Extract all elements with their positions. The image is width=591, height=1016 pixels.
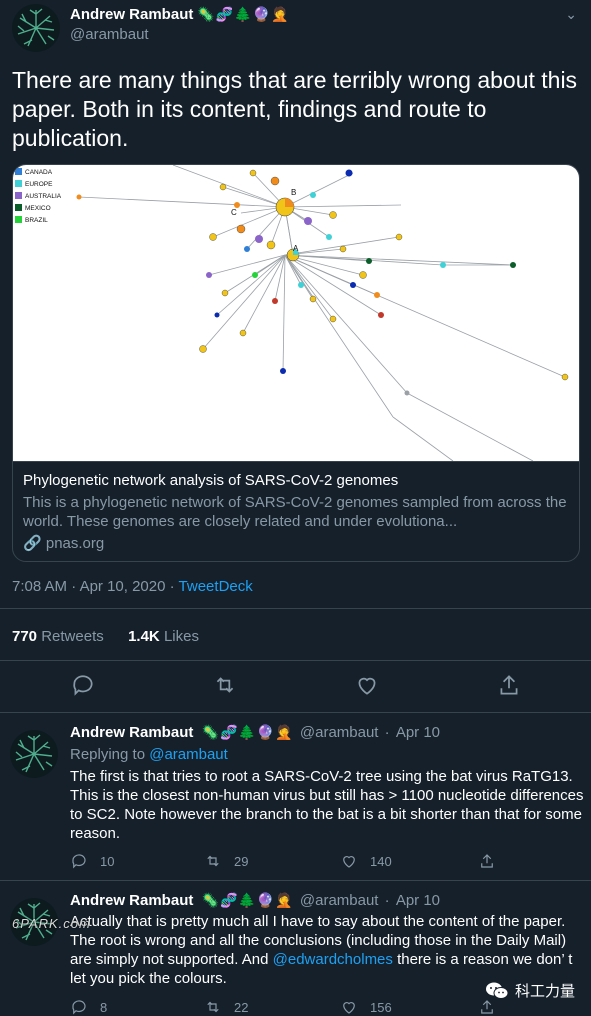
reply-count: 10	[100, 853, 115, 869]
tweet-source[interactable]: TweetDeck	[179, 578, 253, 595]
likes-stat[interactable]: 1.4K Likes	[128, 628, 199, 645]
legend-label: MEXICO	[25, 205, 51, 212]
author-avatar[interactable]	[12, 4, 60, 52]
link-card[interactable]: B C A CANADA EUROPE AUSTRALIA MEXICO BRA…	[12, 164, 580, 562]
retweet-button[interactable]: 29	[204, 852, 248, 870]
meta-separator: ·	[384, 724, 390, 741]
author-name-line[interactable]: Andrew Rambaut 🦠🧬🌲🔮🤦	[70, 6, 290, 23]
chevron-down-icon[interactable]: ⌄	[565, 6, 577, 23]
share-button[interactable]	[478, 852, 496, 870]
author-avatar[interactable]	[10, 730, 58, 778]
divider	[0, 880, 591, 881]
wechat-icon	[486, 982, 509, 999]
link-icon: 🔗	[23, 535, 42, 552]
tweet-date[interactable]: Apr 10, 2020	[80, 578, 166, 595]
retweets-count: 770	[12, 628, 38, 645]
replying-to-prefix: Replying to	[70, 746, 150, 763]
legend-label: AUSTRALIA	[25, 193, 62, 200]
like-icon[interactable]	[354, 672, 384, 702]
network-node-label: A	[293, 244, 299, 253]
author-handle[interactable]: @arambaut	[300, 892, 379, 909]
replying-to: Replying to @arambaut	[70, 746, 228, 763]
reply-button[interactable]: 8	[70, 998, 107, 1016]
reply-text: The first is that tries to root a SARS-C…	[70, 768, 584, 842]
divider	[0, 660, 591, 661]
reply-actions: 10 29 140	[70, 852, 570, 872]
forum-stamp: 6PARK.com	[12, 916, 91, 931]
tweet-text: There are many things that are terribly …	[12, 67, 578, 151]
like-button[interactable]: 140	[340, 852, 392, 870]
card-body[interactable]: Phylogenetic network analysis of SARS-Co…	[13, 461, 579, 561]
retweet-count: 29	[234, 853, 249, 869]
author-name[interactable]: Andrew Rambaut	[70, 724, 193, 741]
replying-to-handle[interactable]: @arambaut	[149, 746, 228, 763]
reply-date[interactable]: Apr 10	[396, 724, 440, 741]
divider	[0, 608, 591, 609]
like-button[interactable]: 156	[340, 998, 392, 1016]
legend-label: EUROPE	[25, 181, 53, 188]
legend-label: CANADA	[25, 169, 53, 176]
card-domain-text: pnas.org	[45, 535, 105, 552]
author-emojis: 🦠🧬🌲🔮🤦	[201, 892, 294, 908]
like-icon	[343, 856, 355, 868]
meta-separator: ·	[71, 578, 80, 595]
author-handle[interactable]: @arambaut	[300, 724, 379, 741]
network-node-label: B	[291, 188, 296, 197]
likes-count: 1.4K	[128, 628, 160, 645]
retweet-icon[interactable]	[212, 672, 242, 702]
meta-separator: ·	[384, 892, 390, 909]
tweet-actions	[0, 672, 591, 704]
network-diagram: B C A CANADA EUROPE AUSTRALIA MEXICO BRA…	[15, 165, 569, 462]
reply-icon	[72, 1000, 86, 1015]
reply-text: Actually that is pretty much all I have …	[70, 912, 585, 988]
reply-icon[interactable]	[70, 672, 100, 702]
author-name[interactable]: Andrew Rambaut	[70, 892, 193, 909]
like-count: 140	[370, 853, 392, 869]
card-domain: 🔗 pnas.org	[23, 534, 104, 552]
card-title[interactable]: Phylogenetic network analysis of SARS-Co…	[23, 472, 398, 489]
share-icon	[481, 854, 493, 868]
card-image[interactable]: B C A CANADA EUROPE AUSTRALIA MEXICO BRA…	[13, 165, 579, 462]
reply-tweet[interactable]: Andrew Rambaut 🦠🧬🌲🔮🤦 @arambaut · Apr 10 …	[0, 724, 591, 880]
retweet-count: 22	[234, 999, 249, 1015]
legend-label: BRAZIL	[25, 217, 48, 224]
author-handle[interactable]: @arambaut	[70, 26, 149, 43]
retweet-button[interactable]: 22	[204, 998, 248, 1016]
network-node-label: C	[231, 208, 237, 217]
tweet-meta: 7:08 AM · Apr 10, 2020 · TweetDeck	[12, 578, 253, 595]
retweets-stat[interactable]: 770 Retweets	[12, 628, 108, 645]
retweets-label: Retweets	[41, 628, 104, 645]
likes-label: Likes	[163, 628, 199, 645]
like-icon	[343, 1002, 355, 1014]
reply-header: Andrew Rambaut 🦠🧬🌲🔮🤦 @arambaut · Apr 10	[70, 724, 440, 741]
retweet-icon	[207, 1001, 219, 1013]
reply-button[interactable]: 10	[70, 852, 114, 870]
author-emojis: 🦠🧬🌲🔮🤦	[201, 724, 294, 740]
wechat-watermark: 科工力量	[485, 980, 575, 1001]
author-name[interactable]: Andrew Rambaut	[70, 6, 193, 23]
author-emojis: 🦠🧬🌲🔮🤦	[197, 6, 290, 22]
card-description: This is a phylogenetic network of SARS-C…	[23, 494, 567, 530]
meta-separator: ·	[169, 578, 179, 595]
network-legend: CANADA EUROPE AUSTRALIA MEXICO BRAZIL	[15, 168, 62, 224]
like-count: 156	[370, 999, 392, 1015]
reply-count: 8	[100, 999, 108, 1015]
reply-date[interactable]: Apr 10	[396, 892, 440, 909]
tweet-time[interactable]: 7:08 AM	[12, 578, 67, 595]
divider	[0, 712, 591, 713]
share-icon[interactable]	[496, 672, 526, 702]
reply-icon	[72, 854, 86, 869]
mention-link[interactable]: @edwardcholmes	[273, 951, 393, 968]
watermark-text: 科工力量	[515, 983, 576, 1000]
reply-header: Andrew Rambaut 🦠🧬🌲🔮🤦 @arambaut · Apr 10	[70, 892, 440, 909]
retweet-icon	[207, 855, 219, 867]
engagement-counts: 770 Retweets 1.4K Likes	[12, 628, 199, 645]
